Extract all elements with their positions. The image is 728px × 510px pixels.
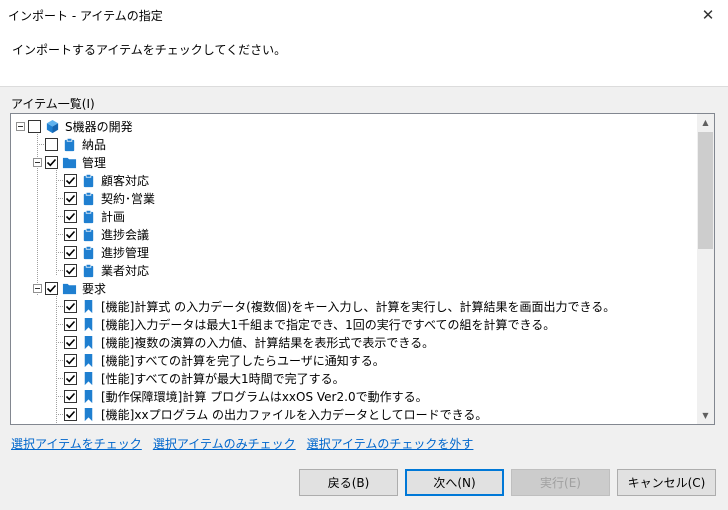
bookmark-icon bbox=[80, 316, 96, 332]
back-button[interactable]: 戻る(B) bbox=[299, 469, 398, 496]
scroll-thumb[interactable] bbox=[698, 132, 713, 249]
bookmark-icon bbox=[80, 370, 96, 386]
item-checkbox[interactable] bbox=[64, 407, 77, 421]
item-checkbox[interactable] bbox=[64, 335, 77, 349]
item-checkbox[interactable] bbox=[64, 191, 77, 205]
check-selected-link[interactable]: 選択アイテムをチェック bbox=[11, 435, 142, 452]
link-row: 選択アイテムをチェック 選択アイテムのみチェック 選択アイテムのチェックを外す bbox=[11, 435, 473, 452]
item-checkbox[interactable] bbox=[64, 209, 77, 223]
tree-item[interactable]: [機能]計算式 の入力データ(複数個)をキー入力し、計算を実行し、計算結果を画面… bbox=[52, 297, 615, 315]
project-cube-icon bbox=[44, 118, 60, 134]
item-checkbox[interactable] bbox=[64, 227, 77, 241]
close-icon[interactable]: ✕ bbox=[688, 0, 728, 30]
collapse-icon[interactable] bbox=[33, 157, 42, 167]
clipboard-icon bbox=[80, 172, 96, 188]
item-tree[interactable]: S機器の開発納品管理顧客対応契約･営業計画進捗会議進捗管理業者対応要求 [機能]計… bbox=[10, 113, 715, 425]
item-checkbox[interactable] bbox=[64, 245, 77, 259]
bookmark-icon bbox=[80, 406, 96, 422]
item-checkbox[interactable] bbox=[64, 353, 77, 367]
clipboard-icon bbox=[80, 262, 96, 278]
tree-item-label: 計画 bbox=[101, 209, 126, 224]
tree-item-label: [機能]すべての計算を完了したらユーザに通知する。 bbox=[101, 353, 385, 368]
scroll-up-icon[interactable]: ▲ bbox=[697, 114, 714, 131]
tree-item-label: S機器の開発 bbox=[65, 119, 133, 134]
item-checkbox[interactable] bbox=[64, 173, 77, 187]
tree-item-label: 要求 bbox=[82, 281, 107, 296]
tree-item-label: [性能]すべての計算が最大1時間で完了する。 bbox=[101, 371, 345, 386]
item-checkbox[interactable] bbox=[64, 317, 77, 331]
tree-item-label: [機能]計算式 の入力データ(複数個)をキー入力し、計算を実行し、計算結果を画面… bbox=[101, 299, 616, 314]
tree-item-label: 業者対応 bbox=[101, 263, 150, 278]
bookmark-icon bbox=[80, 352, 96, 368]
item-checkbox[interactable] bbox=[64, 299, 77, 313]
clipboard-icon bbox=[80, 208, 96, 224]
collapse-icon[interactable] bbox=[16, 121, 25, 131]
tree-viewport: S機器の開発納品管理顧客対応契約･営業計画進捗会議進捗管理業者対応要求 [機能]計… bbox=[11, 114, 697, 424]
item-checkbox[interactable] bbox=[64, 371, 77, 385]
tree-item[interactable]: 進捗会議 bbox=[52, 225, 149, 243]
header-band: インポートするアイテムをチェックしてください。 bbox=[0, 30, 728, 87]
item-checkbox[interactable] bbox=[45, 137, 58, 151]
clipboard-icon bbox=[80, 190, 96, 206]
uncheck-selected-link[interactable]: 選択アイテムのチェックを外す bbox=[307, 435, 474, 452]
tree-item-label: 契約･営業 bbox=[101, 191, 156, 206]
tree-item[interactable]: [機能]xxプログラム の出力ファイルを入力データとしてロードできる。 bbox=[52, 405, 487, 423]
tree-item[interactable]: S機器の開発 bbox=[16, 117, 133, 135]
tree-item-label: [動作保障環境]計算 プログラムはxxOS Ver2.0で動作する。 bbox=[101, 389, 428, 404]
item-checkbox[interactable] bbox=[45, 281, 58, 295]
folder-icon bbox=[61, 280, 77, 296]
folder-icon bbox=[61, 154, 77, 170]
cancel-button[interactable]: キャンセル(C) bbox=[617, 469, 716, 496]
tree-item-label: 進捗会議 bbox=[101, 227, 150, 242]
check-only-selected-link[interactable]: 選択アイテムのみチェック bbox=[153, 435, 296, 452]
tree-item[interactable]: 顧客対応 bbox=[52, 171, 149, 189]
tree-item[interactable]: [動作保障環境]計算 プログラムはxxOS Ver2.0で動作する。 bbox=[52, 387, 428, 405]
tree-item-label: [機能]複数の演算の入力値、計算結果を表形式で表示できる。 bbox=[101, 335, 435, 350]
collapse-icon[interactable] bbox=[33, 283, 42, 293]
item-checkbox[interactable] bbox=[64, 389, 77, 403]
tree-item[interactable]: 納品 bbox=[33, 135, 106, 153]
run-button[interactable]: 実行(E) bbox=[511, 469, 610, 496]
bookmark-icon bbox=[80, 334, 96, 350]
clipboard-icon bbox=[80, 244, 96, 260]
tree-item-label: 進捗管理 bbox=[101, 245, 150, 260]
vertical-scrollbar[interactable]: ▲ ▼ bbox=[697, 114, 714, 424]
tree-item[interactable]: [性能]すべての計算が最大1時間で完了する。 bbox=[52, 369, 345, 387]
tree-item-label: [機能]入力データは最大1千組まで指定でき、1回の実行ですべての組を計算できる。 bbox=[101, 317, 556, 332]
clipboard-icon bbox=[61, 136, 77, 152]
tree-item-label: [機能]xxプログラム の出力ファイルを入力データとしてロードできる。 bbox=[101, 407, 488, 422]
tree-item[interactable]: 管理 bbox=[33, 153, 106, 171]
tree-item[interactable]: [機能]入力データは最大1千組まで指定でき、1回の実行ですべての組を計算できる。 bbox=[52, 315, 555, 333]
tree-item[interactable]: [機能]複数の演算の入力値、計算結果を表形式で表示できる。 bbox=[52, 333, 434, 351]
item-checkbox[interactable] bbox=[45, 155, 58, 169]
bookmark-icon bbox=[80, 388, 96, 404]
tree-item[interactable]: 要求 bbox=[33, 279, 106, 297]
tree-item[interactable]: 計画 bbox=[52, 207, 125, 225]
tree-item[interactable]: [機能]すべての計算を完了したらユーザに通知する。 bbox=[52, 351, 385, 369]
scroll-down-icon[interactable]: ▼ bbox=[697, 407, 714, 424]
tree-item[interactable]: 進捗管理 bbox=[52, 243, 149, 261]
clipboard-icon bbox=[80, 226, 96, 242]
instruction-text: インポートするアイテムをチェックしてください。 bbox=[12, 43, 287, 57]
tree-item[interactable]: 業者対応 bbox=[52, 261, 149, 279]
tree-item-label: 管理 bbox=[82, 155, 107, 170]
tree-item-label: 納品 bbox=[82, 137, 107, 152]
item-checkbox[interactable] bbox=[64, 263, 77, 277]
tree-item-label: 顧客対応 bbox=[101, 173, 150, 188]
bookmark-icon bbox=[80, 298, 96, 314]
next-button[interactable]: 次へ(N) bbox=[405, 469, 504, 496]
title-bar: インポート - アイテムの指定 ✕ bbox=[0, 0, 728, 30]
window-title: インポート - アイテムの指定 bbox=[8, 9, 163, 23]
item-list-label: アイテム一覧(I) bbox=[11, 97, 95, 111]
tree-item[interactable]: 契約･営業 bbox=[52, 189, 155, 207]
item-checkbox[interactable] bbox=[28, 119, 41, 133]
